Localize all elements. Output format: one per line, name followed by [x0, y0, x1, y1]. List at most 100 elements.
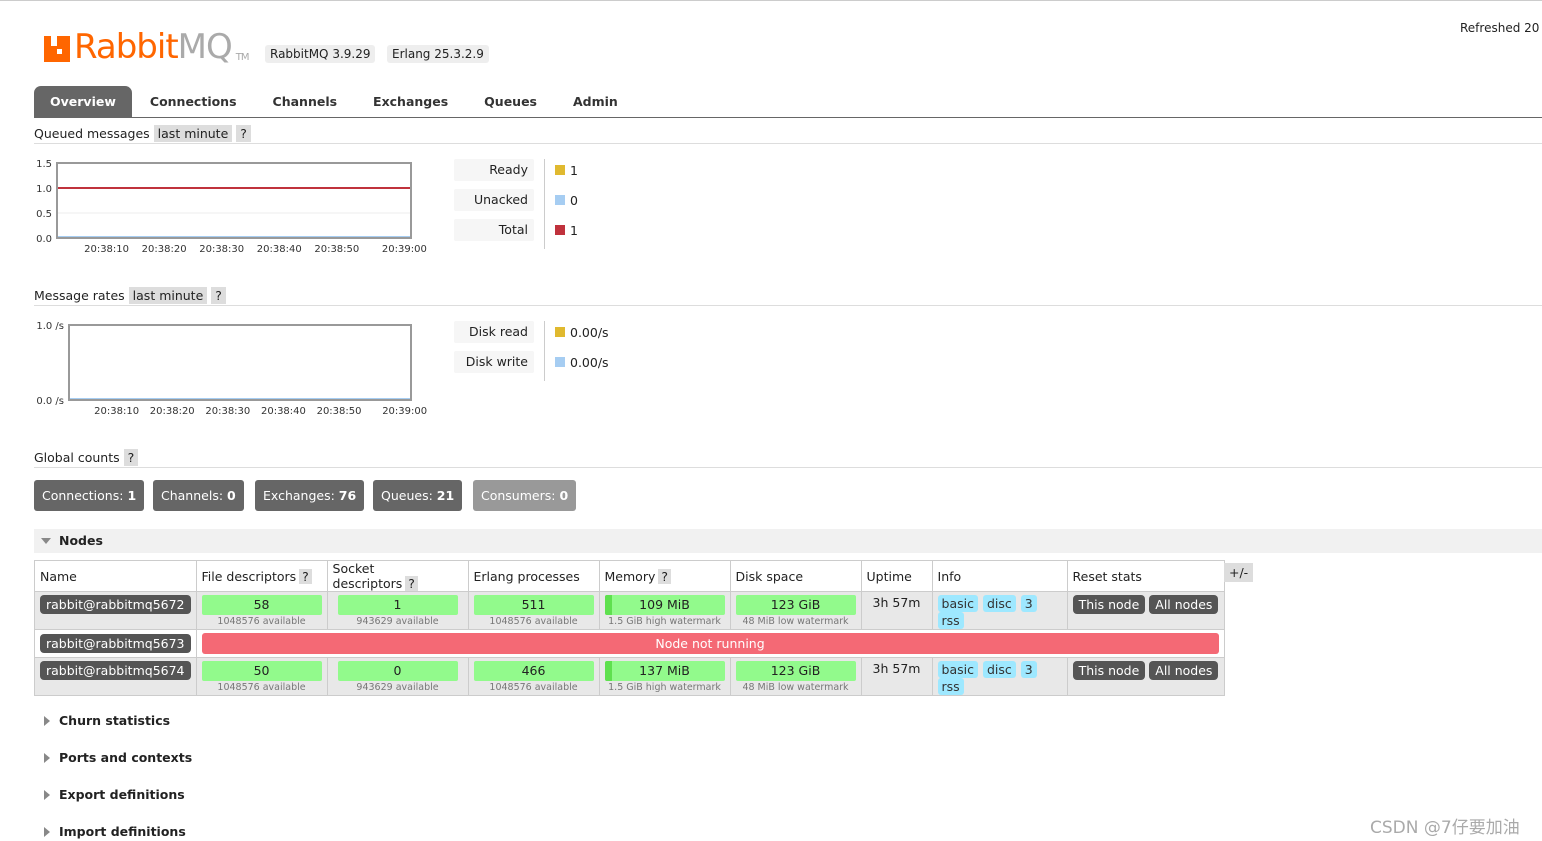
plot-frame — [68, 324, 412, 401]
legend-value: 1 — [555, 219, 578, 241]
info-badge[interactable]: basic — [937, 661, 978, 678]
info-badge[interactable]: disc — [982, 661, 1016, 678]
mem-bar: 109 MiB — [604, 595, 725, 615]
main-tabs: Overview Connections Channels Exchanges … — [34, 86, 1542, 118]
node-link[interactable]: rabbit@rabbitmq5672 — [40, 595, 191, 614]
queued-messages-header: Queued messages last minute ? — [34, 124, 1542, 144]
y-tick-label: 1.5 — [36, 159, 52, 170]
ports-contexts-toggle[interactable]: Ports and contexts — [44, 750, 192, 765]
message-rates-header: Message rates last minute ? — [34, 286, 1542, 306]
section-title: Import definitions — [59, 824, 186, 839]
mem-limit: 1.5 GiB high watermark — [608, 682, 721, 693]
reset-all-nodes-button[interactable]: All nodes — [1149, 661, 1219, 680]
watermark: CSDN @7仔要加油 — [1370, 818, 1520, 838]
node-link[interactable]: rabbit@rabbitmq5674 — [40, 661, 191, 680]
col-info: Info — [931, 560, 1068, 592]
info-badge[interactable]: rss — [937, 678, 964, 695]
sd-limit: 943629 available — [356, 682, 439, 693]
help-button[interactable]: ? — [299, 568, 312, 584]
table-row: rabbit@rabbitmq5672 58 1048576 available 1 9… — [34, 591, 1225, 630]
count-label: Connections: — [42, 488, 124, 503]
nodes-section-toggle[interactable]: Nodes — [34, 529, 1542, 553]
usage-fill — [604, 661, 612, 681]
x-tick-label: 20:38:20 — [142, 244, 187, 255]
uptime-value: 3h 57m — [860, 591, 933, 630]
queued-messages-chart: 0.0 0.5 1.0 1.5 20:38:10 20:38:20 20:38:30 20:3… — [36, 159, 427, 255]
info-badge[interactable]: 3 — [1020, 661, 1037, 678]
x-tick-label: 20:39:00 — [382, 244, 427, 255]
chevron-right-icon — [44, 715, 50, 726]
x-tick-label: 20:38:40 — [257, 244, 302, 255]
sd-value: 1 — [393, 597, 402, 612]
help-button[interactable]: ? — [211, 287, 226, 304]
disk-bar: 123 GiB — [735, 661, 856, 681]
count-value: 1 — [127, 488, 137, 503]
count-value: 21 — [436, 488, 455, 503]
import-definitions-toggle[interactable]: Import definitions — [44, 824, 186, 839]
consumers-count-button[interactable]: Consumers: 0 — [473, 480, 577, 511]
connections-count-button[interactable]: Connections: 1 — [34, 480, 145, 511]
uptime-value: 3h 57m — [860, 657, 933, 696]
channels-count-button[interactable]: Channels: 0 — [153, 480, 244, 511]
range-selector[interactable]: last minute — [128, 287, 208, 304]
rates-legend: Disk read Disk write 0.00/s 0.00/s — [454, 321, 609, 389]
tab-admin[interactable]: Admin — [555, 86, 636, 117]
help-button[interactable]: ? — [405, 576, 418, 591]
reset-this-node-button[interactable]: This node — [1072, 661, 1146, 680]
col-disk-space: Disk space — [729, 560, 862, 592]
reset-all-nodes-button[interactable]: All nodes — [1149, 595, 1219, 614]
x-tick-label: 20:39:00 — [382, 406, 427, 417]
divider — [544, 321, 545, 381]
rabbitmq-logo: Rabbit MQ TM — [44, 27, 249, 67]
count-label: Exchanges: — [263, 488, 335, 503]
mem-bar: 137 MiB — [604, 661, 725, 681]
x-tick-label: 20:38:50 — [317, 406, 362, 417]
exchanges-count-button[interactable]: Exchanges: 76 — [255, 480, 365, 511]
ep-bar: 511 — [473, 595, 594, 615]
mem-limit: 1.5 GiB high watermark — [608, 616, 721, 627]
legend-toggle-unacked[interactable]: Unacked — [454, 189, 534, 211]
reset-this-node-button[interactable]: This node — [1072, 595, 1146, 614]
legend-value: 0.00/s — [555, 321, 609, 343]
info-badge[interactable]: rss — [937, 612, 964, 629]
value-text: 1 — [570, 222, 578, 238]
tab-overview[interactable]: Overview — [34, 86, 132, 117]
logo-brand: Rabbit — [74, 27, 179, 67]
help-button[interactable]: ? — [123, 449, 139, 466]
global-counts-header: Global counts ? — [34, 448, 1542, 468]
queues-count-button[interactable]: Queues: 21 — [373, 480, 463, 511]
range-selector[interactable]: last minute — [153, 125, 233, 142]
refreshed-status[interactable]: Refreshed 20 — [1460, 21, 1539, 35]
info-badge[interactable]: disc — [982, 595, 1016, 612]
tab-connections[interactable]: Connections — [132, 86, 255, 117]
col-memory: Memory? — [598, 560, 731, 592]
col-uptime: Uptime — [860, 560, 933, 592]
legend-toggle-total[interactable]: Total — [454, 219, 534, 241]
info-badge[interactable]: 3 — [1020, 595, 1037, 612]
export-definitions-toggle[interactable]: Export definitions — [44, 787, 185, 802]
legend-toggle-disk-read[interactable]: Disk read — [454, 321, 534, 343]
disk-value: 123 GiB — [770, 597, 821, 612]
x-tick-label: 20:38:10 — [84, 244, 129, 255]
ep-limit: 1048576 available — [489, 616, 578, 627]
count-label: Channels: — [161, 488, 224, 503]
queued-legend: Ready Unacked Total 1 0 1 — [454, 159, 578, 257]
x-tick-label: 20:38:30 — [199, 244, 244, 255]
churn-statistics-toggle[interactable]: Churn statistics — [44, 713, 170, 728]
toggle-columns-button[interactable]: +/- — [1224, 563, 1254, 582]
tab-exchanges[interactable]: Exchanges — [355, 86, 466, 117]
message-rates-chart: 0.0 /s 1.0 /s 20:38:10 20:38:20 20:38:30 20:3… — [36, 321, 427, 417]
help-button[interactable]: ? — [658, 568, 671, 584]
section-title: Nodes — [59, 533, 103, 548]
count-value: 76 — [338, 488, 357, 503]
tab-channels[interactable]: Channels — [255, 86, 356, 117]
info-badge[interactable]: basic — [937, 595, 978, 612]
node-link[interactable]: rabbit@rabbitmq5673 — [40, 634, 191, 653]
value-text: 0 — [570, 192, 578, 208]
legend-toggle-ready[interactable]: Ready — [454, 159, 534, 181]
count-value: 0 — [559, 488, 569, 503]
mem-value: 137 MiB — [639, 663, 690, 678]
tab-queues[interactable]: Queues — [466, 86, 555, 117]
help-button[interactable]: ? — [236, 125, 251, 142]
legend-toggle-disk-write[interactable]: Disk write — [454, 351, 534, 373]
